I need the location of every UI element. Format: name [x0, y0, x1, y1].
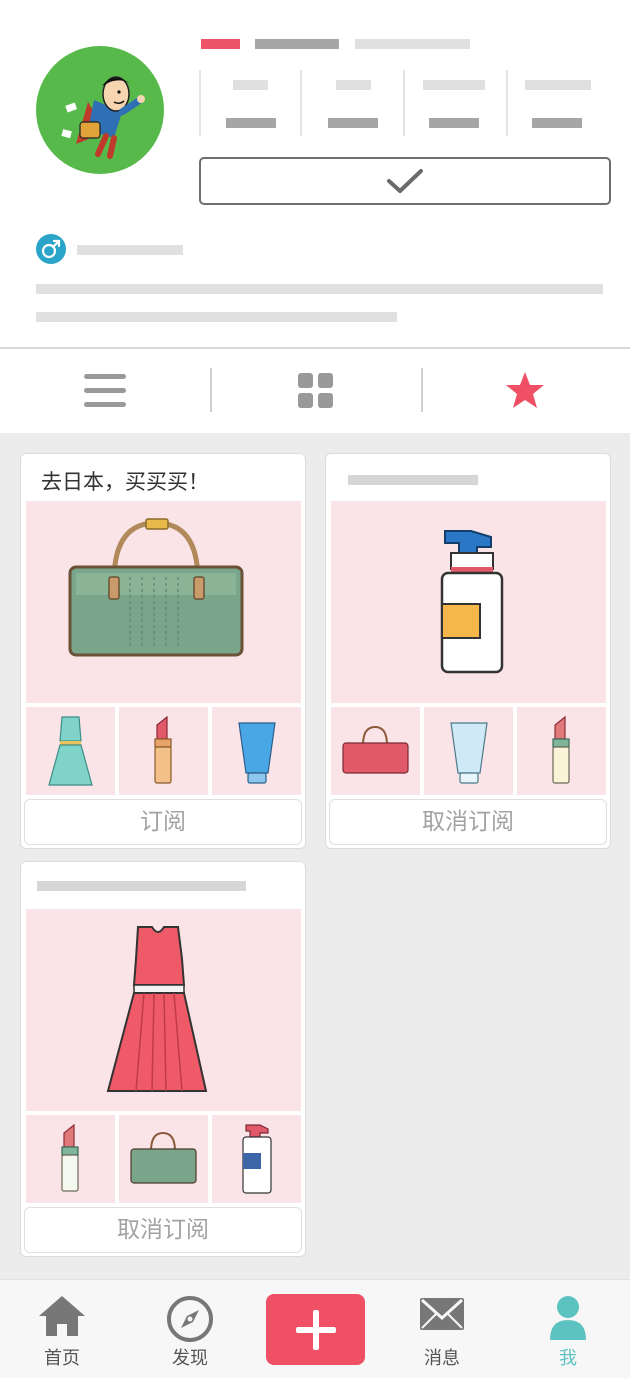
location-placeholder — [77, 245, 183, 255]
collection-thumbnail[interactable] — [119, 1115, 208, 1203]
collection-thumbnail[interactable] — [424, 707, 513, 795]
male-icon — [41, 239, 61, 259]
tab-discover[interactable]: 发现 — [140, 1280, 240, 1378]
list-icon[interactable] — [84, 373, 126, 409]
tab-me[interactable]: 我 — [518, 1280, 618, 1378]
bio-line-placeholder — [36, 284, 603, 294]
grid-icon[interactable] — [298, 373, 334, 409]
stats-divider — [300, 70, 302, 136]
collection-card[interactable]: 去日本，买买买！ 订阅 — [20, 453, 306, 849]
collection-title-placeholder — [348, 475, 478, 485]
tab-me-label: 我 — [559, 1348, 577, 1369]
tab-home[interactable]: 首页 — [12, 1280, 112, 1378]
collection-title-placeholder — [37, 881, 246, 891]
collection-hero-image[interactable] — [26, 501, 301, 703]
compass-icon — [167, 1296, 213, 1342]
subscribe-button[interactable]: 订阅 — [24, 799, 302, 845]
stat-label-placeholder — [525, 80, 591, 90]
view-switch-divider — [210, 368, 212, 412]
handbag-icon — [342, 725, 409, 774]
tab-messages-label: 消息 — [424, 1348, 460, 1369]
home-icon — [39, 1296, 85, 1336]
collection-thumbnail[interactable] — [212, 707, 301, 795]
collection-thumbnail[interactable] — [119, 707, 208, 795]
stats-divider — [403, 70, 405, 136]
pump-bottle-icon — [440, 530, 504, 674]
name-placeholder — [255, 39, 339, 49]
handbag-icon — [68, 518, 244, 657]
unsubscribe-button[interactable]: 取消订阅 — [24, 1207, 302, 1253]
collection-thumbnail[interactable] — [26, 707, 115, 795]
stat-value-placeholder[interactable] — [226, 118, 276, 128]
collection-card[interactable]: 取消订阅 — [20, 861, 306, 1257]
stat-value-placeholder[interactable] — [429, 118, 479, 128]
user-icon — [550, 1296, 586, 1340]
collection-thumbnail[interactable] — [331, 707, 420, 795]
follow-button[interactable] — [199, 157, 611, 205]
stats-divider — [506, 70, 508, 136]
stat-label-placeholder — [423, 80, 485, 90]
tab-messages[interactable]: 消息 — [392, 1280, 492, 1378]
checkmark-icon — [387, 169, 423, 193]
collection-thumbnail[interactable] — [26, 1115, 115, 1203]
tab-discover-label: 发现 — [172, 1348, 208, 1369]
pump-bottle-icon — [242, 1124, 272, 1194]
collection-title: 去日本，买买买！ — [41, 470, 209, 494]
tube-icon — [238, 722, 276, 784]
lipstick-icon — [552, 715, 570, 784]
plus-icon — [295, 1309, 336, 1350]
profile-header — [0, 0, 630, 348]
add-button[interactable] — [266, 1294, 365, 1365]
star-icon[interactable] — [505, 371, 545, 409]
subtitle-placeholder — [355, 39, 470, 49]
gender-badge — [36, 234, 66, 264]
collection-card[interactable]: 取消订阅 — [325, 453, 611, 849]
collection-thumbnail[interactable] — [517, 707, 606, 795]
envelope-icon — [420, 1298, 464, 1330]
stat-label-placeholder — [336, 80, 371, 90]
avatar[interactable] — [36, 46, 164, 174]
dress-icon — [106, 926, 208, 1092]
collection-thumbnail[interactable] — [212, 1115, 301, 1203]
dress-icon — [48, 716, 93, 786]
handbag-icon — [130, 1131, 197, 1184]
collection-hero-image[interactable] — [331, 501, 606, 703]
stat-label-placeholder — [233, 80, 268, 90]
stat-value-placeholder[interactable] — [532, 118, 582, 128]
view-switch-bar — [0, 349, 630, 433]
stat-value-placeholder[interactable] — [328, 118, 378, 128]
tube-icon — [450, 722, 488, 784]
level-bar-red — [201, 39, 240, 49]
collection-grid: 去日本，买买买！ 订阅 取消订阅 取消订阅 — [0, 433, 630, 1279]
superhero-avatar-icon — [61, 76, 145, 159]
stats-divider — [199, 70, 201, 136]
collection-hero-image[interactable] — [26, 909, 301, 1111]
tab-home-label: 首页 — [44, 1348, 80, 1369]
bio-line-placeholder — [36, 312, 397, 322]
view-switch-divider — [421, 368, 423, 412]
bottom-tab-bar: 首页 发现 消息 我 — [0, 1279, 630, 1378]
lipstick-icon — [61, 1123, 79, 1192]
lipstick-icon — [154, 715, 172, 784]
unsubscribe-button[interactable]: 取消订阅 — [329, 799, 607, 845]
